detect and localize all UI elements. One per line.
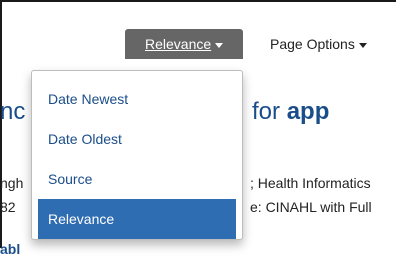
- sort-dropdown-label: Relevance: [145, 36, 212, 52]
- result-title-prefix: for: [252, 98, 287, 125]
- result-meta-fragment-2: 82: [0, 199, 16, 215]
- sort-option-date-oldest[interactable]: Date Oldest: [32, 119, 242, 159]
- result-title-keyword: app: [286, 98, 330, 125]
- chevron-down-icon: [215, 42, 224, 48]
- result-title[interactable]: for app: [252, 98, 329, 126]
- result-meta-fragment-1: ngh: [0, 175, 24, 191]
- sort-dropdown-button[interactable]: Relevance: [125, 29, 243, 59]
- result-title-fragment[interactable]: nc: [0, 98, 25, 126]
- page-options-button[interactable]: Page Options: [270, 29, 367, 59]
- sort-option-date-newest[interactable]: Date Newest: [32, 79, 242, 119]
- result-database: e: CINAHL with Full: [250, 199, 372, 215]
- sort-option-relevance[interactable]: Relevance: [38, 199, 236, 239]
- result-subject: ; Health Informatics: [250, 175, 371, 191]
- sort-option-source[interactable]: Source: [32, 159, 242, 199]
- availability-fragment[interactable]: abl: [0, 241, 20, 257]
- chevron-down-icon: [358, 42, 367, 48]
- page-options-label: Page Options: [270, 36, 355, 52]
- sort-menu: Date Newest Date Oldest Source Relevance: [31, 70, 243, 240]
